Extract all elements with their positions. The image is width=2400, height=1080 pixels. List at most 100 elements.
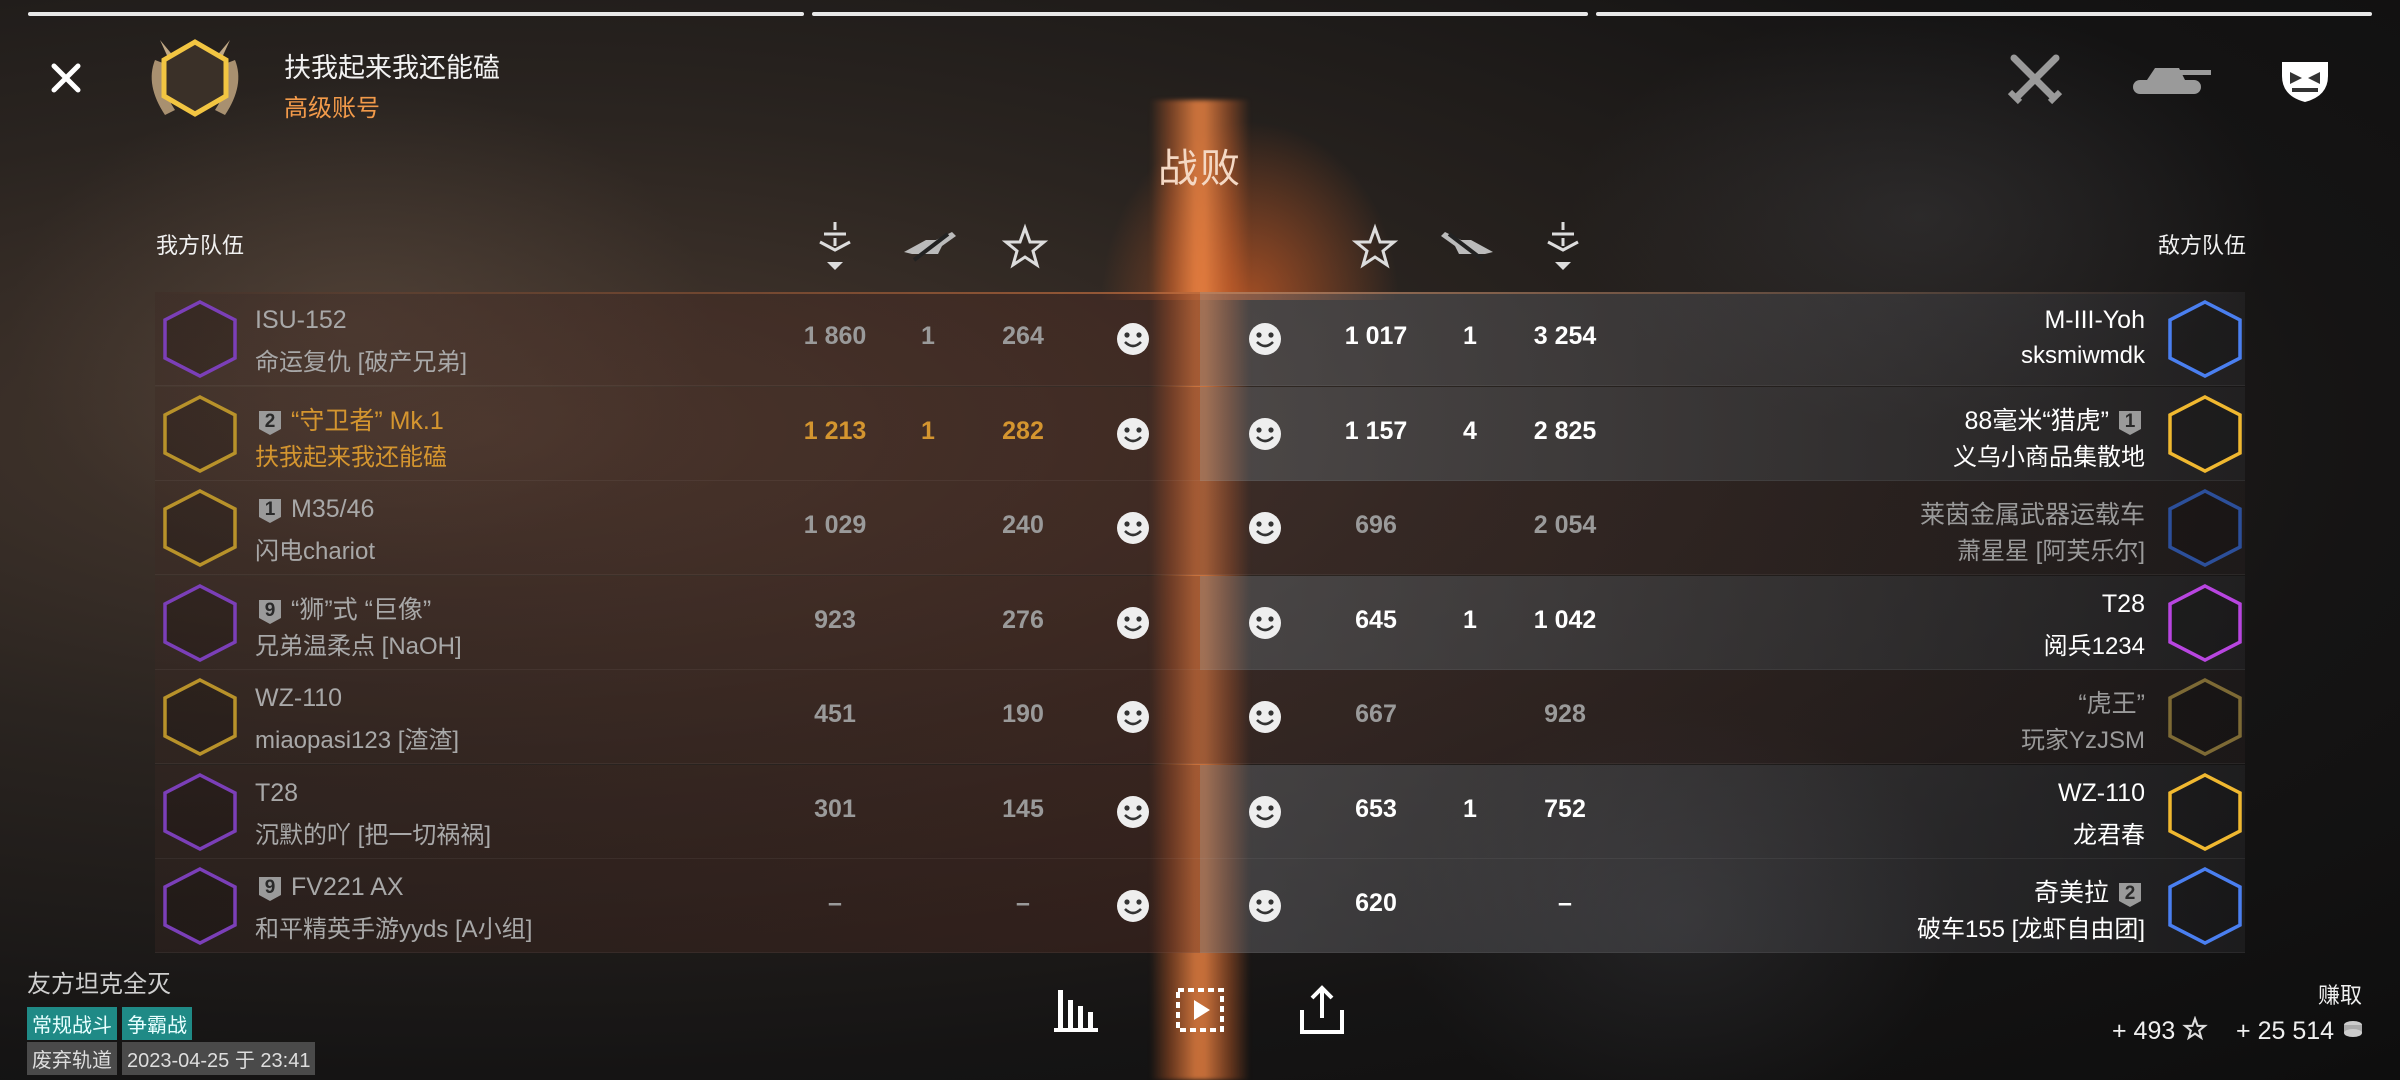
player-nickname: 闪电chariot (255, 538, 376, 565)
damage-value: 1 042 (1533, 605, 1597, 634)
enemy-team-label: 敌方队伍 (2157, 233, 2246, 258)
tank-name: M35/46 (291, 495, 375, 523)
damage-value: 923 (814, 605, 856, 634)
tank-name: “守卫者” Mk.1 (291, 406, 444, 435)
replay-icon[interactable] (1170, 980, 1230, 1040)
player-nickname: sksmiwmdk (2021, 342, 2145, 369)
table-row[interactable]: T28 沉默的吖 [把一切祸祸] WZ-110 龙君春 301 145 653 1 752 (155, 764, 2245, 859)
smile-emote-icon[interactable] (1114, 320, 1152, 358)
player-name: 扶我起来我还能磕 (284, 53, 500, 83)
vehicle-class-hex-icon (160, 298, 240, 380)
tank-name-line: 9 FV221 AX (255, 873, 404, 903)
table-row[interactable]: ISU-152 命运复仇 [破产兄弟] M-III-Yoh sksmiwmdk 1 86… (155, 292, 2245, 386)
close-icon[interactable] (46, 58, 86, 98)
xp-value: 620 (1355, 889, 1397, 917)
tank-name-line: 莱茵金属武器运载车 (1920, 495, 2145, 531)
smile-emote-icon[interactable] (1246, 793, 1284, 831)
mode-tag: 争霸战 (122, 1007, 192, 1040)
vehicle-class-hex-icon (2165, 298, 2245, 380)
mastery-badge-value: 9 (264, 877, 276, 899)
stats-chart-icon[interactable] (1048, 980, 1108, 1040)
smile-emote-icon[interactable] (1114, 887, 1152, 925)
table-row[interactable]: 2 “守卫者” Mk.1 扶我起来我还能磕 88毫米“猎虎” 1 义乌小商品集散地 1 21… (155, 386, 2245, 481)
smile-emote-icon[interactable] (1114, 509, 1152, 547)
table-row[interactable]: WZ-110 miaopasi123 [渣渣] “虎王” 玩家YzJSM 451 190 6… (155, 670, 2245, 764)
smile-emote-icon[interactable] (1246, 415, 1284, 453)
tank-name: 奇美拉 (2033, 879, 2109, 907)
damage-value: 3 254 (1533, 322, 1597, 350)
vehicle-class-hex-icon (2165, 865, 2245, 947)
smile-emote-icon[interactable] (1114, 415, 1152, 453)
damage-value: 928 (1544, 700, 1586, 728)
map-name: 废弃轨道 (27, 1042, 117, 1075)
rank-emblem-icon (140, 30, 250, 130)
player-nickname: 破车155 [龙虾自由团] (1916, 916, 2145, 943)
table-row[interactable]: 9 “狮”式 “巨像” 兄弟温柔点 [NaOH] T28 阅兵1234 923 276 645… (155, 575, 2245, 670)
player-nickname: 沉默的吖 [把一切祸祸] (255, 821, 492, 849)
damage-sort-icon[interactable] (810, 218, 860, 278)
mastery-badge-icon: 1 (255, 495, 285, 525)
xp-star-icon-enemy[interactable] (1350, 218, 1400, 278)
tank-name: T28 (2101, 589, 2145, 618)
tank-name-line: “虎王” (2078, 684, 2145, 720)
share-icon[interactable] (1292, 980, 1352, 1040)
tank-name-line: 2 “守卫者” Mk.1 (255, 401, 444, 437)
table-row[interactable]: 1 M35/46 闪电chariot 莱茵金属武器运载车 萧星星 [阿芙乐尔] 1 029… (155, 481, 2245, 575)
damage-sort-icon-enemy[interactable] (1538, 218, 1588, 278)
credits-icon (2341, 1017, 2365, 1048)
tank-name: FV221 AX (291, 873, 404, 901)
smile-emote-icon[interactable] (1114, 793, 1152, 831)
tank-name-line: 奇美拉 2 (2034, 873, 2145, 909)
xp-value: 667 (1355, 700, 1397, 728)
smile-emote-icon[interactable] (1246, 509, 1284, 547)
mastery-badge-icon: 2 (2115, 879, 2145, 909)
damage-value: 451 (814, 700, 856, 728)
mastery-badge-icon: 9 (255, 873, 285, 903)
kills-icon[interactable] (900, 218, 960, 278)
xp-value: 190 (1002, 700, 1044, 728)
xp-star-icon[interactable] (1000, 218, 1050, 278)
tank-name: ISU-152 (255, 306, 347, 334)
smile-emote-icon[interactable] (1246, 604, 1284, 642)
smile-emote-icon[interactable] (1114, 604, 1152, 642)
tank-name-line: 88毫米“猎虎” 1 (1965, 401, 2145, 437)
smile-emote-icon[interactable] (1246, 320, 1284, 358)
tank-name-line: 1 M35/46 (255, 495, 374, 525)
vehicle-class-hex-icon (160, 676, 240, 758)
tank-name-line: ISU-152 (255, 306, 347, 335)
tank-name: M-III-Yoh (2044, 306, 2145, 334)
mastery-badge-value: 1 (264, 499, 276, 521)
smile-emote-icon[interactable] (1246, 698, 1284, 736)
damage-value: 2 825 (1533, 416, 1597, 445)
battle-datetime: 2023-04-25 于 23:41 (122, 1042, 316, 1075)
battle-end-reason: 友方坦克全灭 (27, 971, 171, 998)
xp-value: 240 (1002, 511, 1044, 539)
kills-icon-enemy[interactable] (1437, 218, 1497, 278)
smile-emote-icon[interactable] (1114, 698, 1152, 736)
vehicle-class-hex-icon (160, 771, 240, 853)
xp-value: 282 (1002, 416, 1044, 445)
xp-value: – (1016, 889, 1030, 917)
vehicle-class-hex-icon (160, 865, 240, 947)
smile-emote-icon[interactable] (1246, 887, 1284, 925)
vehicle-class-hex-icon (160, 487, 240, 569)
damage-value: 301 (814, 794, 856, 823)
xp-star-icon-small (2182, 1015, 2209, 1049)
tank-name: 88毫米“猎虎” (1964, 406, 2109, 435)
vehicle-class-hex-icon (2165, 393, 2245, 475)
crossed-swords-icon[interactable] (2000, 52, 2070, 106)
tank-name-line: 9 “狮”式 “巨像” (255, 590, 431, 626)
vehicle-class-hex-icon (2165, 582, 2245, 664)
table-row[interactable]: 9 FV221 AX 和平精英手游yyds [A小组] 奇美拉 2 破车155 [龙虾自由… (155, 859, 2245, 953)
damage-value: 1 029 (803, 511, 867, 539)
mastery-badge-value: 1 (2124, 410, 2136, 432)
tank-name-line: T28 (255, 779, 298, 808)
tank-name: WZ-110 (255, 684, 343, 712)
player-nickname: 义乌小商品集散地 (1953, 443, 2145, 471)
tank-icon[interactable] (2125, 52, 2211, 106)
damage-value: 2 054 (1533, 511, 1597, 539)
player-nickname: 玩家YzJSM (2020, 727, 2145, 754)
mastery-badge-value: 2 (2124, 883, 2136, 905)
tank-name-line: T28 (2102, 590, 2145, 619)
helmet-icon[interactable] (2270, 52, 2340, 106)
